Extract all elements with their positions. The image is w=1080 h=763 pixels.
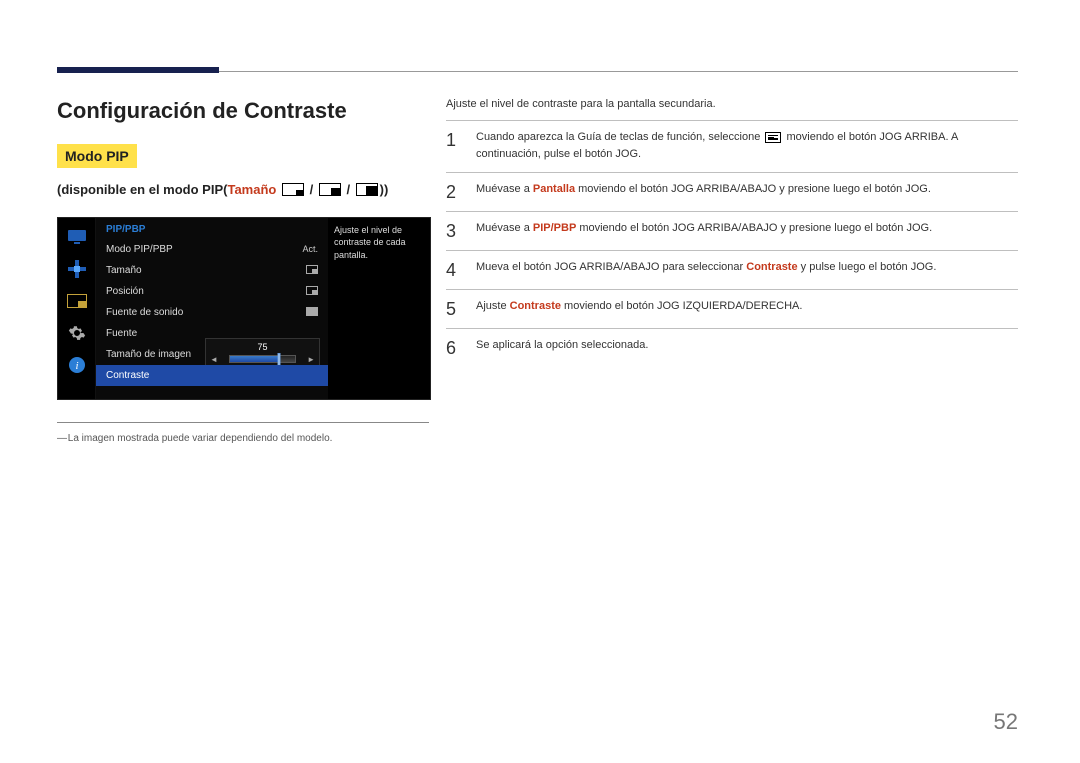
step-highlight: Pantalla xyxy=(533,183,575,195)
subheading-suffix: )) xyxy=(380,182,389,197)
step-text: moviendo el botón JOG IZQUIERDA/DERECHA. xyxy=(561,300,802,312)
osd-hint-text: Ajuste el nivel de contraste de cada pan… xyxy=(334,224,424,262)
osd-row-label: Fuente de sonido xyxy=(106,307,183,318)
page-title: Configuración de Contraste xyxy=(57,98,432,124)
step-number: 2 xyxy=(446,181,462,201)
mode-pip-badge: Modo PIP xyxy=(57,144,137,168)
osd-row-label: Posición xyxy=(106,286,144,297)
osd-row-value: Act. xyxy=(302,244,318,254)
size-icon-3 xyxy=(356,183,378,199)
step-text: y pulse luego el botón JOG. xyxy=(798,261,937,273)
step-row: 3 Muévase a PIP/PBP moviendo el botón JOG… xyxy=(446,211,1018,250)
step-number: 3 xyxy=(446,220,462,240)
page-number: 52 xyxy=(994,709,1018,735)
osd-screenshot: i PIP/PBP Modo PIP/PBP Act. Tamaño Posic… xyxy=(57,217,431,400)
steps-list: 1 Cuando aparezca la Guía de teclas de fu… xyxy=(446,120,1018,367)
step-number: 1 xyxy=(446,129,462,149)
info-icon: i xyxy=(66,354,88,376)
size-icon-2 xyxy=(319,183,341,199)
osd-row-label: Contraste xyxy=(106,370,149,381)
osd-sidebar: i xyxy=(58,218,96,399)
step-text: Ajuste xyxy=(476,300,510,312)
menu-icon xyxy=(765,132,781,143)
right-column: Ajuste el nivel de contraste para la pan… xyxy=(446,98,1018,367)
pip-icon xyxy=(66,290,88,312)
osd-row-label: Tamaño de imagen xyxy=(106,349,191,360)
osd-slider-track xyxy=(229,355,296,363)
osd-row-label: Fuente xyxy=(106,328,137,339)
monitor-icon xyxy=(66,226,88,248)
osd-row-fuente-sonido: Fuente de sonido xyxy=(96,302,328,323)
step-row: 6 Se aplicará la opción seleccionada. xyxy=(446,328,1018,367)
footnote-dash: ― xyxy=(57,433,68,444)
intro-text: Ajuste el nivel de contraste para la pan… xyxy=(446,98,1018,110)
step-body: Muévase a PIP/PBP moviendo el botón JOG … xyxy=(476,220,1018,237)
slider-left-arrow-icon: ◄ xyxy=(210,355,218,364)
step-row: 5 Ajuste Contraste moviendo el botón JOG … xyxy=(446,289,1018,328)
osd-slider-value: 75 xyxy=(210,342,315,352)
osd-row-tamano: Tamaño xyxy=(96,260,328,281)
step-highlight: Contraste xyxy=(746,261,797,273)
osd-hint-panel: Ajuste el nivel de contraste de cada pan… xyxy=(328,218,430,399)
dpad-icon xyxy=(66,258,88,280)
subheading-prefix: (disponible en el modo PIP( xyxy=(57,182,227,197)
osd-row-tamano-imagen: Tamaño de imagen 75 ◄ ► xyxy=(96,344,328,365)
step-body: Cuando aparezca la Guía de teclas de fun… xyxy=(476,129,1018,162)
osd-row-value xyxy=(306,307,318,318)
footnote: ― La imagen mostrada puede variar depend… xyxy=(57,433,432,444)
step-text: Muévase a xyxy=(476,222,533,234)
step-text: Muévase a xyxy=(476,183,533,195)
left-footer-rule xyxy=(57,422,429,423)
step-text: Cuando aparezca la Guía de teclas de fun… xyxy=(476,131,763,143)
osd-row-label: Modo PIP/PBP xyxy=(106,244,173,255)
osd-menu-header: PIP/PBP xyxy=(96,218,328,239)
step-body: Se aplicará la opción seleccionada. xyxy=(476,337,1018,354)
step-text: Mueva el botón JOG ARRIBA/ABAJO para sel… xyxy=(476,261,746,273)
osd-menu: PIP/PBP Modo PIP/PBP Act. Tamaño Posició… xyxy=(96,218,328,399)
gear-icon xyxy=(66,322,88,344)
sep2: / xyxy=(343,182,354,197)
step-text: moviendo el botón JOG ARRIBA/ABAJO y pre… xyxy=(576,222,932,234)
step-highlight: PIP/PBP xyxy=(533,222,576,234)
step-number: 4 xyxy=(446,259,462,279)
step-number: 5 xyxy=(446,298,462,318)
step-row: 2 Muévase a Pantalla moviendo el botón JO… xyxy=(446,172,1018,211)
osd-row-value xyxy=(306,265,318,276)
subheading-size-label: Tamaño xyxy=(227,182,276,197)
top-accent-bar xyxy=(57,67,219,73)
footnote-text: La imagen mostrada puede variar dependie… xyxy=(68,433,333,444)
osd-row-posicion: Posición xyxy=(96,281,328,302)
size-icon-1 xyxy=(282,183,304,199)
step-body: Ajuste Contraste moviendo el botón JOG I… xyxy=(476,298,1018,315)
step-text: Se aplicará la opción seleccionada. xyxy=(476,339,648,351)
step-number: 6 xyxy=(446,337,462,357)
osd-slider-fill xyxy=(230,356,279,362)
svg-text:i: i xyxy=(75,360,78,372)
step-body: Muévase a Pantalla moviendo el botón JOG… xyxy=(476,181,1018,198)
left-column: Configuración de Contraste Modo PIP (dis… xyxy=(57,98,432,444)
step-highlight: Contraste xyxy=(510,300,561,312)
osd-row-contraste: Contraste xyxy=(96,365,328,386)
osd-row-modo: Modo PIP/PBP Act. xyxy=(96,239,328,260)
osd-row-label: Tamaño xyxy=(106,265,142,276)
slider-right-arrow-icon: ► xyxy=(307,355,315,364)
sep1: / xyxy=(306,182,317,197)
step-text: moviendo el botón JOG ARRIBA/ABAJO y pre… xyxy=(575,183,931,195)
step-row: 1 Cuando aparezca la Guía de teclas de fu… xyxy=(446,120,1018,172)
step-row: 4 Mueva el botón JOG ARRIBA/ABAJO para se… xyxy=(446,250,1018,289)
step-body: Mueva el botón JOG ARRIBA/ABAJO para sel… xyxy=(476,259,1018,276)
subheading: (disponible en el modo PIP(Tamaño / / )) xyxy=(57,182,432,199)
osd-row-value xyxy=(306,286,318,297)
